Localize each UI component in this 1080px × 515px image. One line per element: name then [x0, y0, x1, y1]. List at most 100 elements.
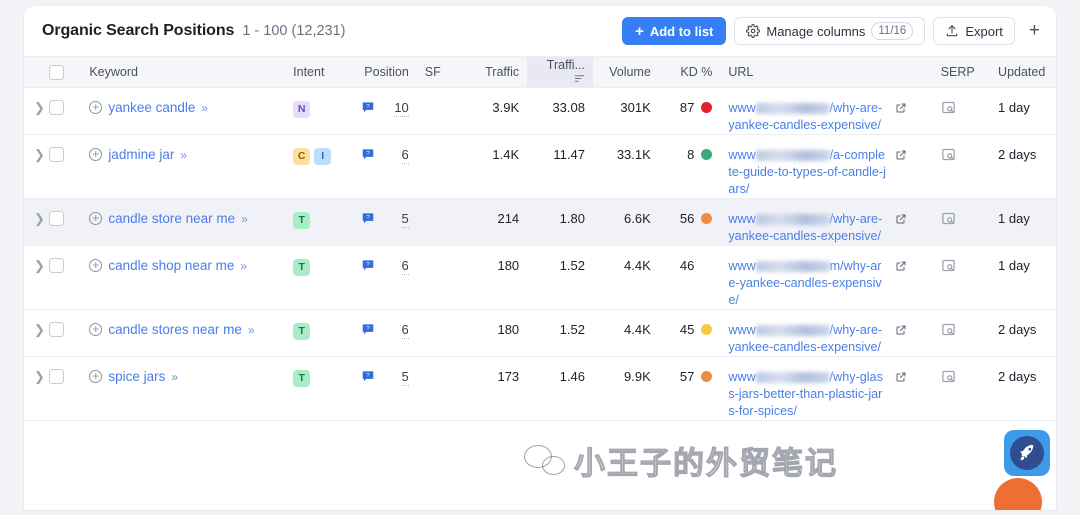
- serp-preview-icon[interactable]: [941, 211, 956, 226]
- open-external-icon[interactable]: [895, 102, 907, 114]
- url-text[interactable]: www/why-are-yankee-candles-expensive/: [728, 100, 888, 134]
- table-row[interactable]: ❯ candle shop near me » T ? 6 180 1.52 4…: [24, 246, 1056, 310]
- serp-preview-icon[interactable]: [941, 369, 956, 384]
- chevron-right-icon[interactable]: ❯: [34, 258, 45, 273]
- row-select-cell[interactable]: [49, 357, 81, 421]
- table-row[interactable]: ❯ candle stores near me » T ? 6 180 1.52…: [24, 310, 1056, 357]
- url-text[interactable]: www/why-glass-jars-better-than-plastic-j…: [728, 369, 888, 420]
- col-traffic[interactable]: Traffic: [461, 57, 527, 88]
- serp-feature-icon[interactable]: ?: [361, 258, 375, 272]
- col-url[interactable]: URL: [720, 57, 932, 88]
- open-external-icon[interactable]: [895, 213, 907, 225]
- chevron-right-icon[interactable]: ❯: [34, 147, 45, 162]
- chevron-right-icon[interactable]: ❯: [34, 100, 45, 115]
- intent-badge[interactable]: T: [293, 259, 310, 276]
- serp-cell[interactable]: [933, 246, 990, 310]
- keyword-expand-icon[interactable]: »: [241, 212, 247, 226]
- col-position[interactable]: Position: [351, 57, 417, 88]
- add-keyword-icon[interactable]: [89, 212, 102, 225]
- keyword-link[interactable]: candle shop near me: [108, 258, 234, 273]
- table-row[interactable]: ❯ jadmine jar » CI ? 6 1.4K 11.47 33.1K …: [24, 135, 1056, 199]
- table-row[interactable]: ❯ spice jars » T ? 5 173 1.46 9.9K 57: [24, 357, 1056, 421]
- keyword-link[interactable]: jadmine jar: [108, 147, 174, 162]
- row-select-cell[interactable]: [49, 199, 81, 246]
- intent-badge[interactable]: T: [293, 212, 310, 229]
- serp-feature-icon[interactable]: ?: [361, 322, 375, 336]
- add-keyword-icon[interactable]: [89, 370, 102, 383]
- rocket-button[interactable]: [1004, 430, 1050, 476]
- position-value[interactable]: 5: [402, 369, 409, 386]
- position-value[interactable]: 5: [402, 211, 409, 228]
- add-keyword-icon[interactable]: [89, 101, 102, 114]
- col-volume[interactable]: Volume: [593, 57, 659, 88]
- chevron-right-icon[interactable]: ❯: [34, 322, 45, 337]
- open-external-icon[interactable]: [895, 324, 907, 336]
- row-checkbox[interactable]: [49, 322, 64, 337]
- intent-badge[interactable]: C: [293, 148, 310, 165]
- row-checkbox[interactable]: [49, 258, 64, 273]
- col-kd[interactable]: KD %: [659, 57, 721, 88]
- row-select-cell[interactable]: [49, 135, 81, 199]
- col-traffic-percent[interactable]: Traffi...: [527, 57, 593, 88]
- keyword-expand-icon[interactable]: »: [180, 148, 186, 162]
- col-sf[interactable]: SF: [417, 57, 462, 88]
- url-text[interactable]: wwwm/why-are-yankee-candles-expensive/: [728, 258, 888, 309]
- serp-feature-icon[interactable]: ?: [361, 100, 375, 114]
- keyword-link[interactable]: candle stores near me: [108, 322, 242, 337]
- chevron-right-icon[interactable]: ❯: [34, 369, 45, 384]
- position-value[interactable]: 10: [394, 100, 408, 117]
- col-keyword[interactable]: Keyword: [81, 57, 285, 88]
- serp-cell[interactable]: [933, 310, 990, 357]
- intent-badge[interactable]: N: [293, 101, 310, 118]
- add-keyword-icon[interactable]: [89, 148, 102, 161]
- keyword-expand-icon[interactable]: »: [240, 259, 246, 273]
- position-value[interactable]: 6: [402, 322, 409, 339]
- serp-preview-icon[interactable]: [941, 258, 956, 273]
- intent-badge[interactable]: T: [293, 323, 310, 340]
- row-checkbox[interactable]: [49, 147, 64, 162]
- add-tab-plus-icon[interactable]: +: [1029, 20, 1040, 42]
- manage-columns-button[interactable]: Manage columns 11/16: [734, 17, 925, 45]
- keyword-expand-icon[interactable]: »: [201, 101, 207, 115]
- col-updated[interactable]: Updated: [990, 57, 1056, 88]
- row-select-cell[interactable]: [49, 246, 81, 310]
- open-external-icon[interactable]: [895, 149, 907, 161]
- intent-badge[interactable]: T: [293, 370, 310, 387]
- select-all-checkbox[interactable]: [49, 65, 64, 80]
- col-serp[interactable]: SERP: [933, 57, 990, 88]
- add-keyword-icon[interactable]: [89, 259, 102, 272]
- table-row[interactable]: ❯ candle store near me » T ? 5 214 1.80 …: [24, 199, 1056, 246]
- row-expand-cell[interactable]: ❯: [24, 310, 49, 357]
- open-external-icon[interactable]: [895, 371, 907, 383]
- row-expand-cell[interactable]: ❯: [24, 135, 49, 199]
- serp-feature-icon[interactable]: ?: [361, 369, 375, 383]
- serp-cell[interactable]: [933, 135, 990, 199]
- row-select-cell[interactable]: [49, 88, 81, 135]
- keyword-expand-icon[interactable]: »: [248, 323, 254, 337]
- open-external-icon[interactable]: [895, 260, 907, 272]
- row-select-cell[interactable]: [49, 310, 81, 357]
- serp-preview-icon[interactable]: [941, 147, 956, 162]
- position-value[interactable]: 6: [402, 147, 409, 164]
- url-text[interactable]: www/why-are-yankee-candles-expensive/: [728, 322, 888, 356]
- col-intent[interactable]: Intent: [285, 57, 351, 88]
- col-select-all[interactable]: [49, 57, 81, 88]
- position-value[interactable]: 6: [402, 258, 409, 275]
- serp-preview-icon[interactable]: [941, 100, 956, 115]
- row-expand-cell[interactable]: ❯: [24, 88, 49, 135]
- row-expand-cell[interactable]: ❯: [24, 357, 49, 421]
- row-expand-cell[interactable]: ❯: [24, 199, 49, 246]
- add-to-list-button[interactable]: + Add to list: [622, 17, 726, 45]
- table-row[interactable]: ❯ yankee candle » N ? 10 3.9K 33.08 301K…: [24, 88, 1056, 135]
- url-text[interactable]: www/why-are-yankee-candles-expensive/: [728, 211, 888, 245]
- chevron-right-icon[interactable]: ❯: [34, 211, 45, 226]
- serp-feature-icon[interactable]: ?: [361, 211, 375, 225]
- row-checkbox[interactable]: [49, 369, 64, 384]
- row-checkbox[interactable]: [49, 211, 64, 226]
- row-expand-cell[interactable]: ❯: [24, 246, 49, 310]
- add-keyword-icon[interactable]: [89, 323, 102, 336]
- intent-badge[interactable]: I: [314, 148, 331, 165]
- serp-feature-icon[interactable]: ?: [361, 147, 375, 161]
- url-text[interactable]: www/a-complete-guide-to-types-of-candle-…: [728, 147, 888, 198]
- row-checkbox[interactable]: [49, 100, 64, 115]
